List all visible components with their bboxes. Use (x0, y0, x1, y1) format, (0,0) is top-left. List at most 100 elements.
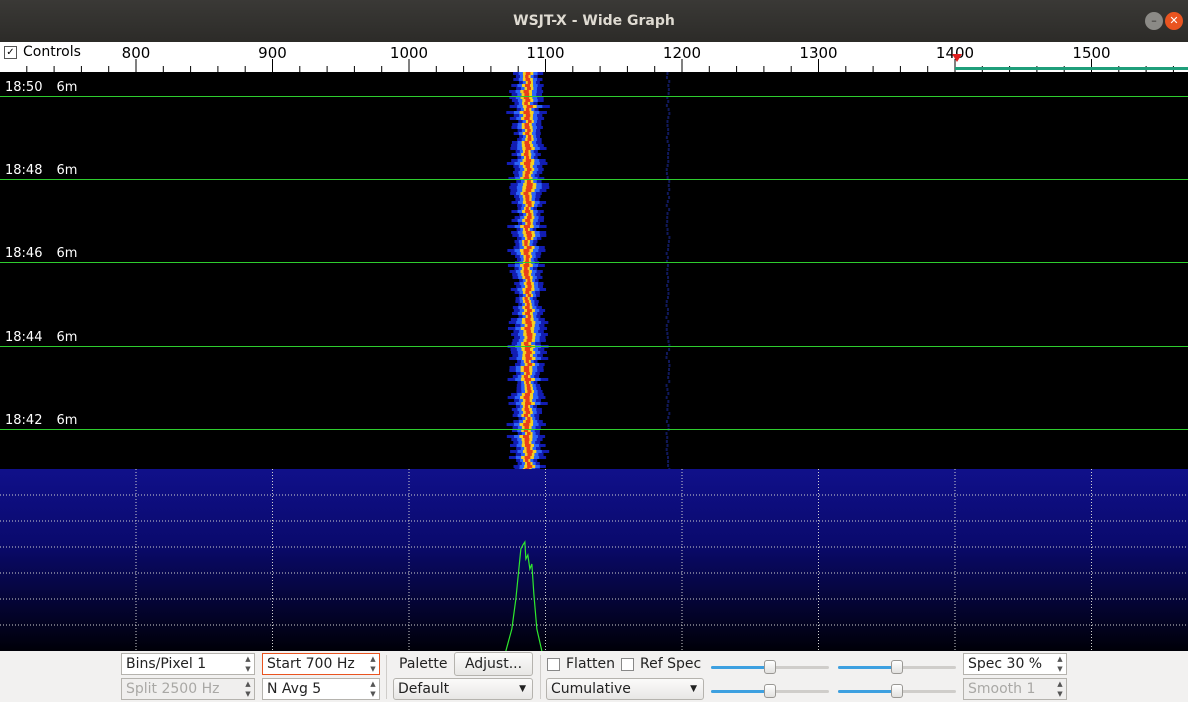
waterfall-signal-segment (526, 105, 533, 108)
smooth-spinbox: Smooth 1 ▲ ▼ (963, 678, 1067, 700)
waterfall-signal-segment (524, 405, 529, 408)
waterfall-signal-segment (525, 207, 529, 210)
waterfall-faint-segment (665, 352, 668, 355)
waterfall-time-label: 18:44 6m (5, 330, 78, 345)
waterfall-faint-segment (667, 280, 670, 283)
waterfall-faint-segment (665, 356, 668, 359)
spectrum-display[interactable] (0, 469, 1188, 651)
flatten-checkbox[interactable]: Flatten (547, 656, 615, 672)
slider-handle[interactable] (891, 684, 903, 698)
waterfall-faint-segment (667, 116, 670, 119)
waterfall-time-line (0, 96, 1188, 97)
zero2-slider[interactable] (838, 683, 956, 699)
waterfall-signal-segment (523, 396, 530, 399)
split-spinbox: Split 2500 Hz ▲ ▼ (121, 678, 255, 700)
waterfall-signal-segment (525, 75, 529, 78)
waterfall-display[interactable]: 18:50 6m 18:48 6m 18:46 6m 18:44 6m 18:42 6m (0, 72, 1188, 469)
spectrum-grid (0, 469, 1188, 651)
waterfall-signal-segment (525, 165, 531, 168)
waterfall-signal-segment (527, 279, 531, 282)
waterfall-signal-segment (525, 312, 530, 315)
navg-spinbox[interactable]: N Avg 5 ▲ ▼ (262, 678, 380, 700)
start-value: Start 700 Hz (267, 656, 355, 672)
waterfall-signal-segment (526, 447, 531, 450)
minimize-icon[interactable]: – (1145, 12, 1163, 30)
gain2-slider[interactable] (711, 683, 829, 699)
adjust-button[interactable]: Adjust... (454, 652, 533, 676)
waterfall-faint-segment (667, 376, 670, 379)
slider-handle[interactable] (764, 660, 776, 674)
waterfall-signal-segment (524, 327, 531, 330)
waterfall-faint-segment (667, 320, 670, 323)
waterfall-signal-segment (525, 150, 529, 153)
title-bar: WSJT-X - Wide Graph – ✕ (0, 0, 1188, 42)
waterfall-signal-segment (527, 204, 532, 207)
waterfall-faint-segment (666, 220, 669, 223)
waterfall-faint-segment (665, 224, 668, 227)
waterfall-signal-segment (523, 153, 529, 156)
waterfall-signal-segment (525, 459, 529, 462)
gain-slider[interactable] (711, 659, 829, 675)
ruler-freq-label: 1400 (936, 44, 974, 62)
waterfall-signal-segment (525, 318, 531, 321)
waterfall-faint-segment (665, 384, 668, 387)
waterfall-faint-segment (666, 124, 669, 127)
slider-handle[interactable] (764, 684, 776, 698)
waterfall-signal-segment (523, 192, 529, 195)
spectrum-mode-combo[interactable]: Cumulative ▼ (546, 678, 704, 700)
start-spinbox[interactable]: Start 700 Hz ▲ ▼ (262, 653, 380, 675)
separator (540, 655, 541, 699)
spin-arrows-icon[interactable]: ▲ ▼ (367, 654, 379, 674)
spec-percent-spinbox[interactable]: Spec 30 % ▲ ▼ (963, 653, 1067, 675)
waterfall-signal-segment (525, 156, 530, 159)
waterfall-signal-segment (525, 381, 529, 384)
waterfall-signal-segment (527, 309, 532, 312)
waterfall-faint-segment (666, 200, 669, 203)
spin-arrows-icon[interactable]: ▲ ▼ (1054, 654, 1066, 674)
waterfall-signal-segment (524, 273, 529, 276)
bins-pixel-value: Bins/Pixel 1 (126, 656, 207, 672)
split-value: Split 2500 Hz (126, 681, 220, 697)
waterfall-signal-segment (524, 84, 531, 87)
waterfall-faint-segment (666, 268, 669, 271)
waterfall-faint-segment (665, 440, 668, 443)
ruler-freq-label: 900 (258, 44, 287, 62)
palette-combo[interactable]: Default ▼ (393, 678, 533, 700)
waterfall-faint-segment (667, 248, 670, 251)
zero-slider[interactable] (838, 659, 956, 675)
close-icon[interactable]: ✕ (1165, 12, 1183, 30)
waterfall-faint-segment (667, 392, 670, 395)
waterfall-faint-segment (667, 100, 670, 103)
waterfall-faint-segment (667, 128, 670, 131)
waterfall-faint-segment (666, 456, 669, 459)
slider-handle[interactable] (891, 660, 903, 674)
waterfall-signal-segment (524, 228, 529, 231)
waterfall-faint-segment (667, 156, 670, 159)
waterfall-signal-segment (526, 234, 532, 237)
ruler-freq-label: 1100 (526, 44, 564, 62)
waterfall-signal-segment (525, 78, 531, 81)
waterfall-time-line (0, 429, 1188, 430)
waterfall-faint-segment (666, 264, 669, 267)
waterfall-faint-segment (667, 184, 670, 187)
refspec-checkbox[interactable]: Ref Spec (621, 656, 701, 672)
ruler-freq-label: 1000 (390, 44, 428, 62)
waterfall-faint-segment (666, 388, 669, 391)
smooth-value: Smooth 1 (968, 681, 1036, 697)
waterfall-signal-segment (527, 336, 533, 339)
tx-frequency-bar (955, 67, 1188, 70)
waterfall-signal-segment (525, 276, 530, 279)
spin-arrows-icon[interactable]: ▲ ▼ (367, 679, 379, 699)
waterfall-signal-segment (525, 411, 531, 414)
waterfall-signal-segment (523, 414, 529, 417)
waterfall-faint-segment (667, 160, 670, 163)
controls-checkbox[interactable]: ✓ Controls (4, 44, 81, 60)
waterfall-faint-segment (666, 332, 669, 335)
waterfall-signal-segment (525, 306, 530, 309)
frequency-ruler[interactable]: 800 900 1000 1100 1200 1300 1400 1500 ✓ Control… (0, 42, 1188, 72)
spin-arrows-icon[interactable]: ▲ ▼ (242, 654, 254, 674)
waterfall-faint-segment (666, 120, 669, 123)
bins-pixel-spinbox[interactable]: Bins/Pixel 1 ▲ ▼ (121, 653, 255, 675)
waterfall-faint-segment (667, 240, 670, 243)
waterfall-faint-segment (667, 400, 670, 403)
